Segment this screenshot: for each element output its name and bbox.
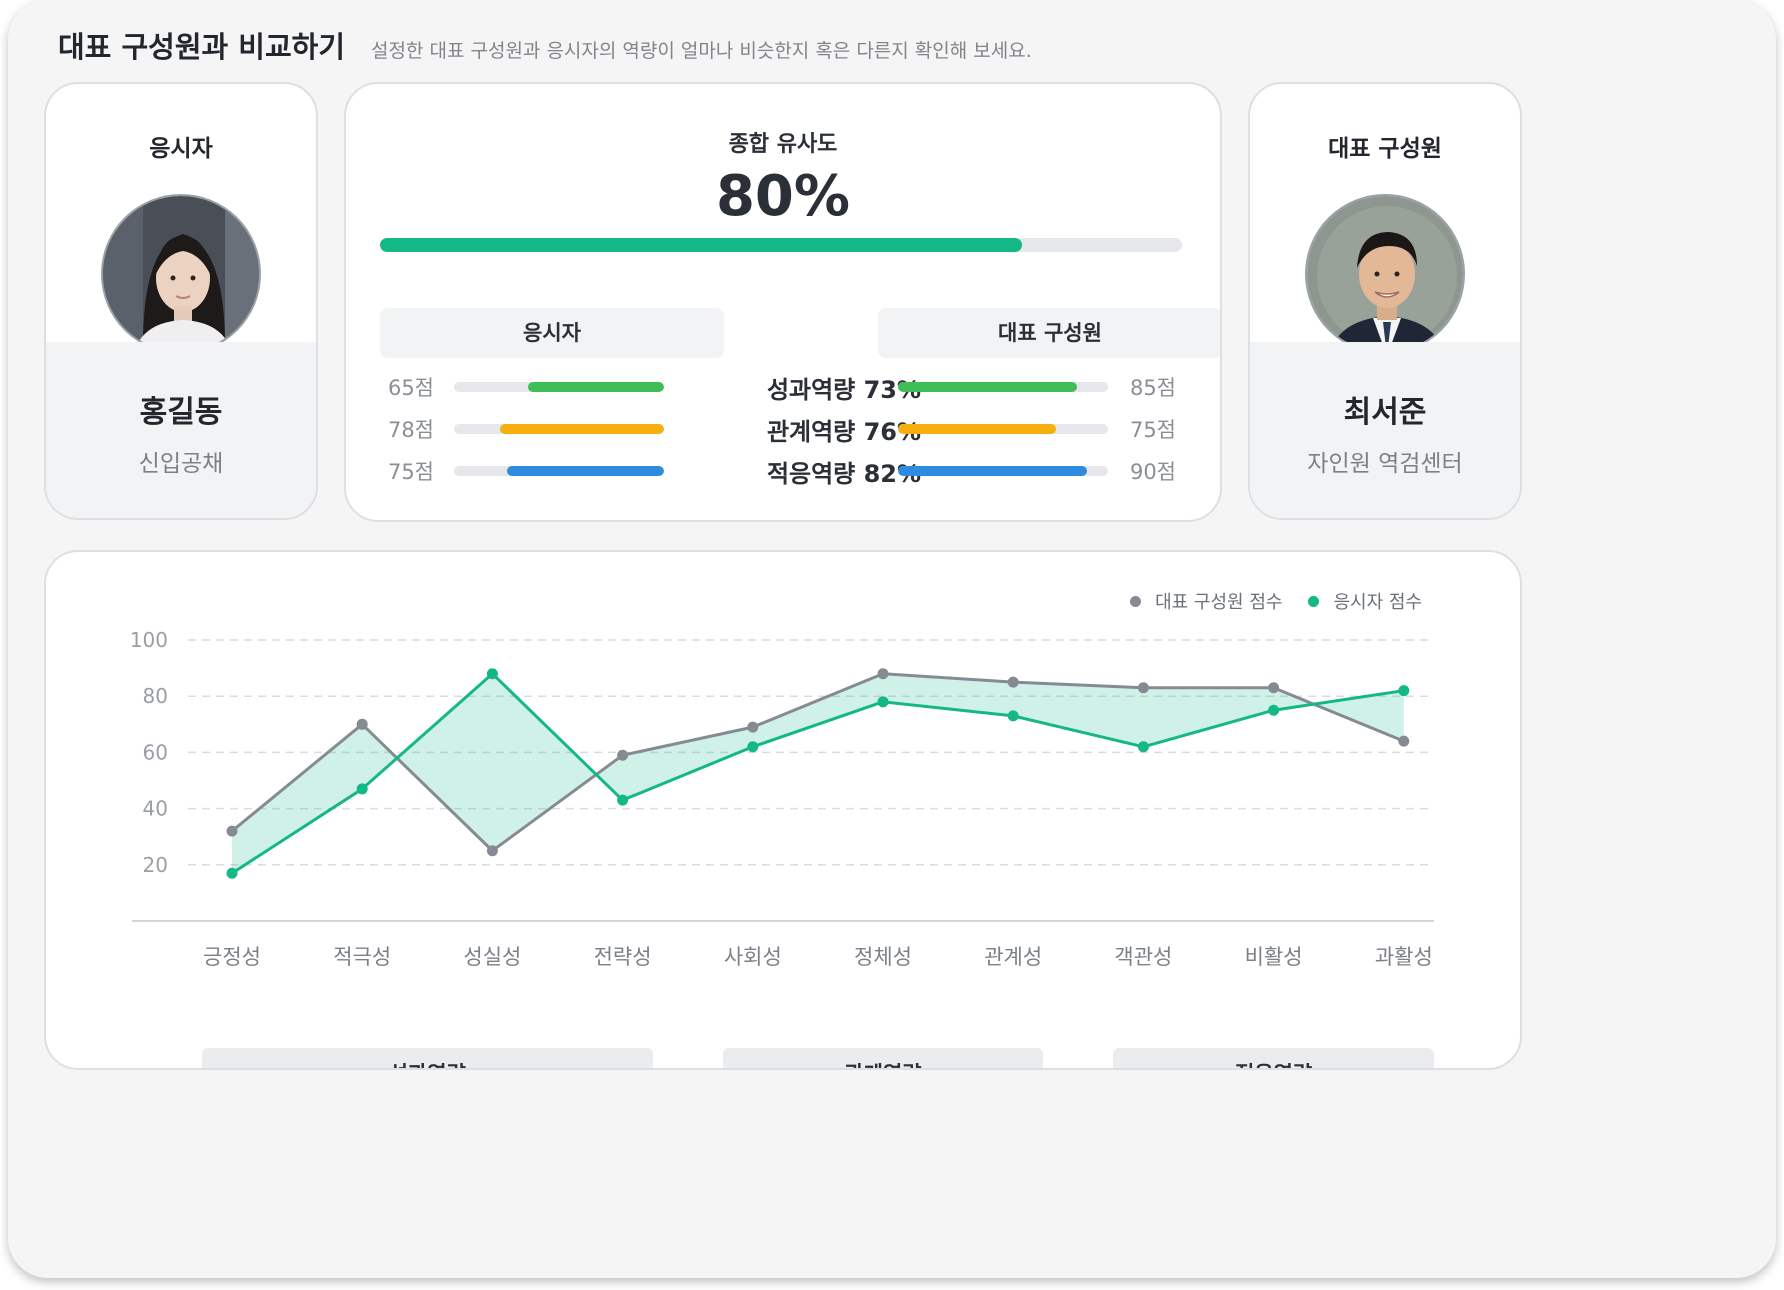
representative-avatar (1305, 194, 1465, 354)
applicant-point (486, 668, 498, 680)
applicant-score: 78점 (387, 418, 434, 442)
applicant-bar (454, 382, 664, 392)
applicant-point (1268, 704, 1280, 716)
x-tick-label: 관계성 (984, 945, 1042, 969)
representative-bar-fill (898, 466, 1087, 476)
y-tick-label: 60 (143, 740, 168, 764)
applicant-score: 65점 (387, 376, 434, 400)
applicant-name: 홍길동 (139, 395, 223, 430)
applicant-card: 응시자 홍길동 신입공채 (44, 82, 318, 520)
page-subtitle: 설정한 대표 구성원과 응시자의 역량이 얼마나 비슷한지 혹은 다른지 확인해… (371, 40, 1032, 62)
applicant-info: 홍길동 신입공채 (46, 342, 316, 518)
x-tick-label: 전략성 (594, 945, 652, 969)
category-group-box: 성과역량 (202, 1048, 653, 1068)
category-group-box: 적응역량 (1113, 1048, 1434, 1068)
similarity-progress-fill (380, 238, 1022, 252)
applicant-point (356, 783, 368, 795)
applicant-bar (454, 424, 664, 434)
line-chart: 100 80 60 40 20 긍정성 적극성 성실성 전략성 사회성 정체성 관계성 객관성 비활성 과활… (130, 628, 1434, 969)
representative-score: 75점 (1129, 418, 1176, 442)
applicant-point (617, 794, 629, 806)
applicant-role: 신입공채 (138, 451, 224, 477)
x-tick-label: 객관성 (1114, 945, 1172, 969)
applicant-avatar (101, 194, 261, 354)
y-tick-label: 100 (130, 628, 168, 652)
applicant-point (747, 741, 759, 753)
representative-info: 최서준 자인원 역검센터 (1250, 342, 1520, 518)
applicant-bar-fill (527, 382, 664, 392)
x-tick-label: 과활성 (1375, 945, 1433, 969)
representative-point (1137, 682, 1149, 694)
applicant-point (1398, 685, 1410, 697)
chart-card: 대표 구성원 점수 응시자 점수 100 80 60 40 20 긍정성 적극성 성실성 전략성… (44, 550, 1522, 1070)
applicant-label: 응시자 (149, 136, 213, 162)
representative-bar (898, 424, 1108, 434)
representative-label: 대표 구성원 (1328, 136, 1442, 162)
x-tick-label: 정체성 (854, 945, 912, 969)
representative-point (877, 668, 889, 680)
representative-point (1007, 676, 1019, 688)
page-header: 대표 구성원과 비교하기 설정한 대표 구성원과 응시자의 역량이 얼마나 비슷… (58, 24, 1032, 66)
similarity-value: 80% (715, 164, 851, 229)
applicant-score: 75점 (387, 460, 434, 484)
applicant-point (1007, 710, 1019, 722)
representative-point (1268, 682, 1280, 694)
x-tick-label: 성실성 (463, 945, 521, 969)
representative-point (486, 845, 498, 857)
y-tick-label: 80 (143, 684, 168, 708)
applicant-bar-fill (500, 424, 664, 434)
representative-point (617, 749, 629, 761)
representative-point (1398, 735, 1410, 747)
similarity-card: 종합 유사도 80% 응시자 대표 구성원 65점 성과역량 73% 85점 78점 관… (344, 82, 1222, 522)
representative-point (226, 825, 238, 837)
representative-name: 최서준 (1343, 395, 1427, 430)
representative-bar-fill (898, 382, 1077, 392)
representative-bar (898, 466, 1108, 476)
x-tick-label: 긍정성 (203, 945, 261, 969)
comparison-panel: 대표 구성원과 비교하기 설정한 대표 구성원과 응시자의 역량이 얼마나 비슷… (8, 0, 1776, 1278)
applicant-point (226, 867, 238, 879)
representative-bar-fill (898, 424, 1056, 434)
x-tick-label: 적극성 (333, 945, 391, 969)
representative-point (747, 721, 759, 733)
category-group-box: 관계역량 (722, 1048, 1044, 1068)
representative-score: 90점 (1129, 460, 1176, 484)
representative-point (356, 718, 368, 730)
x-tick-label: 비활성 (1245, 945, 1303, 969)
representative-card: 대표 구성원 최서준 자인원 역검센터 (1248, 82, 1522, 520)
representative-score: 85점 (1129, 376, 1176, 400)
representative-role: 자인원 역검센터 (1307, 451, 1463, 477)
y-tick-label: 40 (143, 797, 168, 821)
applicant-bar-fill (506, 466, 664, 476)
similarity-progress-bar (380, 238, 1182, 252)
difference-area (232, 673, 1404, 874)
applicant-column-header: 응시자 (380, 308, 724, 358)
page-title: 대표 구성원과 비교하기 (58, 30, 345, 64)
representative-column-header: 대표 구성원 (878, 308, 1220, 358)
applicant-point (1137, 741, 1149, 753)
applicant-bar (454, 466, 664, 476)
applicant-point (877, 696, 889, 708)
y-tick-label: 20 (143, 853, 168, 877)
representative-bar (898, 382, 1108, 392)
similarity-label: 종합 유사도 (728, 132, 838, 157)
x-tick-label: 사회성 (724, 945, 782, 969)
